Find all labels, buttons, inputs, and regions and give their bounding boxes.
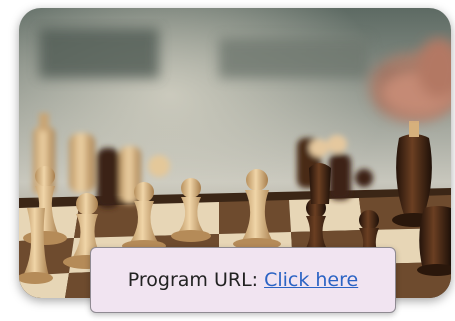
program-url-link[interactable]: Click here: [264, 269, 358, 291]
program-url-box: Program URL: Click here: [90, 247, 396, 313]
program-url-label: Program URL:: [127, 269, 259, 291]
